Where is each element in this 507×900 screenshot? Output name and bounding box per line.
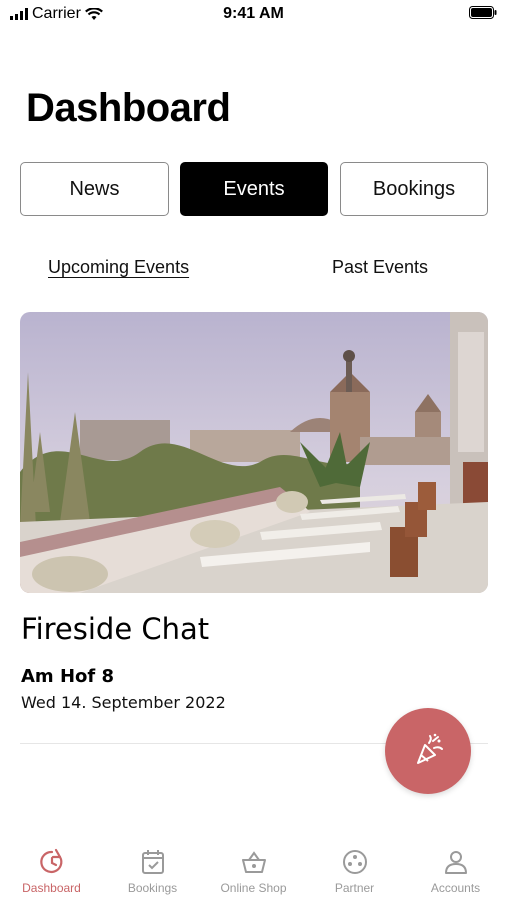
party-popper-icon — [417, 733, 443, 764]
bottom-tab-bar: Dashboard Bookings Online Shop Partner A… — [0, 840, 507, 900]
tabbar-item-online-shop[interactable]: Online Shop — [203, 840, 304, 895]
tabbar-item-bookings[interactable]: Bookings — [102, 840, 203, 895]
person-icon — [444, 851, 467, 874]
event-location: Am Hof 8 — [21, 666, 115, 687]
event-date: Wed 14. September 2022 — [21, 693, 226, 712]
dashboard-clock-icon — [39, 848, 62, 874]
tab-past-events[interactable]: Past Events — [332, 257, 428, 278]
partner-circle-icon — [342, 850, 367, 874]
segment-events[interactable]: Events — [180, 162, 328, 216]
tabbar-item-accounts[interactable]: Accounts — [405, 840, 506, 895]
tabbar-label-accounts: Accounts — [430, 881, 481, 895]
event-title[interactable]: Fireside Chat — [21, 612, 209, 646]
status-bar: Carrier 9:41 AM — [0, 0, 507, 30]
tabbar-item-partner[interactable]: Partner — [304, 840, 405, 895]
tabbar-label-dashboard: Dashboard — [22, 881, 81, 895]
event-image[interactable] — [20, 312, 488, 593]
calendar-check-icon — [141, 850, 164, 874]
basket-icon — [241, 851, 266, 873]
segment-news[interactable]: News — [20, 162, 169, 216]
page-title: Dashboard — [26, 86, 231, 130]
tabbar-item-dashboard[interactable]: Dashboard — [1, 840, 102, 895]
tabbar-label-online-shop: Online Shop — [220, 881, 287, 895]
battery-icon — [469, 6, 497, 24]
tabbar-label-bookings: Bookings — [127, 881, 178, 895]
status-time: 9:41 AM — [223, 5, 284, 22]
party-action-button[interactable] — [385, 708, 471, 794]
segment-bookings[interactable]: Bookings — [340, 162, 488, 216]
tab-upcoming-events[interactable]: Upcoming Events — [48, 257, 189, 278]
tabbar-label-partner: Partner — [334, 881, 375, 895]
